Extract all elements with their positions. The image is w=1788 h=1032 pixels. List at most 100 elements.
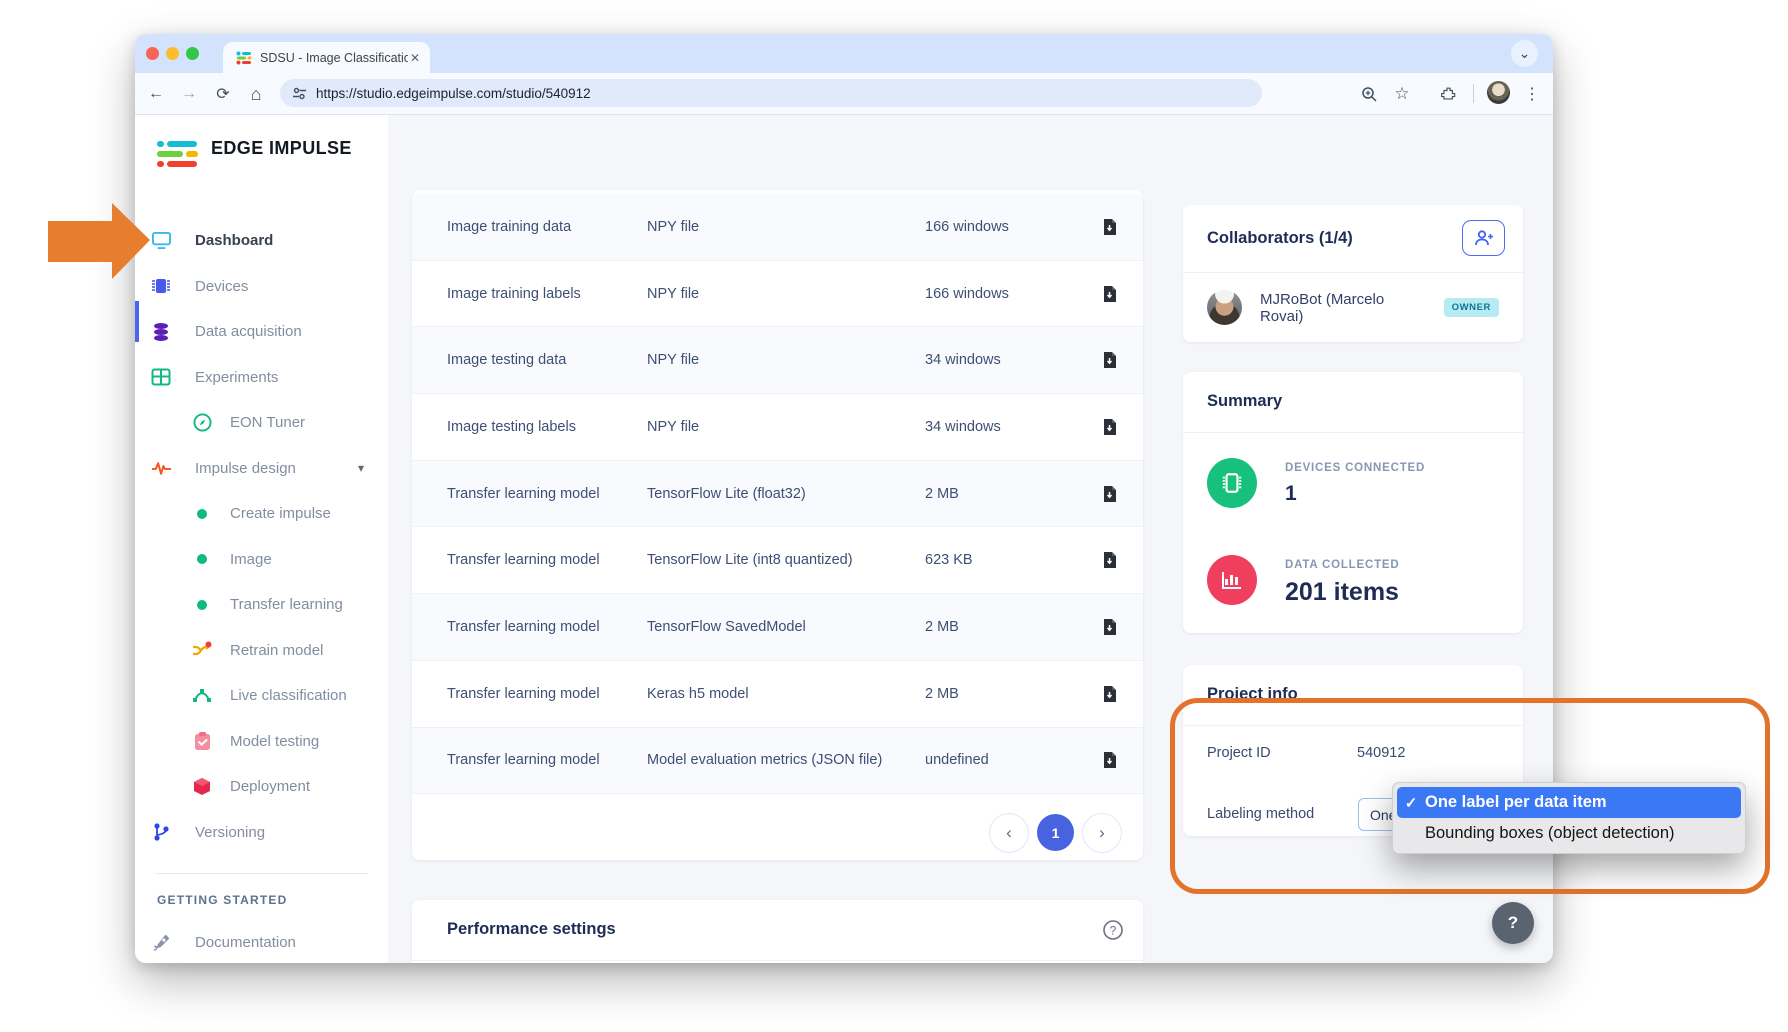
database-icon (149, 320, 173, 344)
browser-toolbar: ← → ⟳ ⌂ https://studio.edgeimpulse.com/s… (135, 73, 1553, 115)
pagination-prev-button[interactable]: ‹ (989, 813, 1029, 853)
dropdown-option-one-label[interactable]: ✓ One label per data item (1397, 787, 1741, 818)
sidebar-item-devices[interactable]: Devices (135, 264, 388, 310)
tab-search-chevron-icon[interactable]: ⌄ (1511, 40, 1538, 67)
url-bar[interactable]: https://studio.edgeimpulse.com/studio/54… (280, 79, 1262, 107)
getting-started-label: GETTING STARTED (157, 893, 287, 907)
sidebar-item-transfer-learning[interactable]: Transfer learning (135, 582, 388, 628)
sidebar-item-experiments[interactable]: Experiments (135, 355, 388, 401)
performance-settings-card: Performance settings ? Use GPU for train… (412, 900, 1143, 963)
data-collected-label: DATA COLLECTED (1285, 559, 1399, 571)
file-download-icon[interactable] (1089, 552, 1129, 568)
sidebar-item-data-acquisition[interactable]: Data acquisition (135, 309, 388, 355)
sidebar-item-dashboard[interactable]: Dashboard (135, 218, 388, 264)
file-download-icon[interactable] (1089, 619, 1129, 635)
pulse-icon (149, 456, 173, 480)
sidebar-item-create-impulse[interactable]: Create impulse (135, 491, 388, 537)
profile-avatar[interactable] (1487, 81, 1510, 104)
summary-card: Summary DEVICES CONNECTED 1 DATA COLLECT… (1183, 372, 1523, 633)
table-grid-icon (149, 365, 173, 389)
help-floating-button[interactable]: ? (1492, 902, 1534, 944)
performance-settings-title: Performance settings (447, 920, 616, 939)
mac-zoom-light[interactable] (186, 47, 199, 60)
file-download-icon[interactable] (1089, 219, 1129, 235)
table-row[interactable]: Transfer learning modelTensorFlow SavedM… (412, 593, 1143, 660)
table-row[interactable]: Transfer learning modelKeras h5 model2 M… (412, 660, 1143, 727)
collaborator-name: MJRoBot (Marcelo Rovai) (1260, 291, 1432, 325)
zoom-icon[interactable] (1357, 82, 1381, 106)
back-button[interactable]: ← (144, 82, 168, 106)
pagination-next-button[interactable]: › (1082, 813, 1122, 853)
sidebar-item-versioning[interactable]: Versioning (135, 810, 388, 856)
card-divider (1183, 432, 1523, 433)
table-row[interactable]: Transfer learning modelTensorFlow Lite (… (412, 460, 1143, 527)
rocket-icon (149, 931, 173, 955)
forward-button[interactable]: → (177, 82, 201, 106)
active-item-indicator (135, 301, 139, 342)
extensions-icon[interactable] (1437, 82, 1461, 106)
file-download-icon[interactable] (1089, 352, 1129, 368)
browser-tab[interactable]: SDSU - Image Classification - ✕ (223, 42, 430, 73)
pagination-page-1[interactable]: 1 (1037, 814, 1074, 851)
url-text: https://studio.edgeimpulse.com/studio/54… (316, 86, 591, 101)
file-download-icon[interactable] (1089, 686, 1129, 702)
git-branch-icon (149, 820, 173, 844)
sidebar-item-retrain-model[interactable]: Retrain model (135, 628, 388, 674)
dropdown-option-bounding-boxes[interactable]: Bounding boxes (object detection) (1397, 818, 1741, 849)
compass-icon (191, 411, 213, 435)
table-row[interactable]: Transfer learning modelTensorFlow Lite (… (412, 526, 1143, 593)
sidebar-item-live-classification[interactable]: Live classification (135, 673, 388, 719)
site-settings-icon (292, 87, 307, 100)
file-download-icon[interactable] (1089, 486, 1129, 502)
mac-close-light[interactable] (146, 47, 159, 60)
screenshot-root: ⌄ SDSU - Image Classification - ✕ + ← → … (0, 0, 1788, 1032)
table-row[interactable]: Image testing dataNPY file34 windows (412, 326, 1143, 393)
shuffle-icon (191, 638, 213, 662)
green-dot-icon (191, 593, 213, 617)
tab-close-icon[interactable]: ✕ (408, 51, 422, 65)
home-button[interactable]: ⌂ (244, 82, 268, 106)
browser-menu-icon[interactable]: ⋮ (1520, 82, 1544, 106)
person-plus-icon (1474, 230, 1494, 246)
table-row[interactable]: Image training dataNPY file166 windows (412, 194, 1143, 260)
devices-connected-value: 1 (1285, 482, 1297, 506)
sidebar-item-deployment[interactable]: Deployment (135, 764, 388, 810)
sidebar-item-impulse-design[interactable]: Impulse design ▾ (135, 446, 388, 492)
check-icon: ✓ (1397, 794, 1425, 812)
table-row[interactable]: Transfer learning modelModel evaluation … (412, 727, 1143, 794)
sidebar-item-image[interactable]: Image (135, 537, 388, 583)
collaborators-card: Collaborators (1/4) MJRoBot (Marcelo Rov… (1183, 205, 1523, 342)
chevron-down-icon[interactable]: ▾ (358, 461, 364, 475)
svg-text:?: ? (1110, 924, 1117, 938)
collaborator-avatar[interactable] (1207, 290, 1242, 325)
labeling-method-dropdown: ✓ One label per data item Bounding boxes… (1392, 782, 1746, 854)
file-download-icon[interactable] (1089, 286, 1129, 302)
sidebar-item-eon-tuner[interactable]: EON Tuner (135, 400, 388, 446)
brand-wordmark: EDGE IMPULSE (211, 138, 352, 159)
downloads-table-card: Image training dataNPY file166 windows I… (412, 190, 1143, 860)
mac-minimize-light[interactable] (166, 47, 179, 60)
green-dot-icon (191, 502, 213, 526)
sidebar-item-model-testing[interactable]: Model testing (135, 719, 388, 765)
sidebar-item-documentation[interactable]: Documentation (135, 920, 388, 963)
data-collected-icon (1207, 555, 1257, 605)
reload-button[interactable]: ⟳ (211, 82, 235, 106)
edge-impulse-favicon (236, 51, 252, 65)
table-row[interactable]: Image training labelsNPY file166 windows (412, 260, 1143, 327)
edge-impulse-logo-icon (157, 141, 203, 169)
add-collaborator-button[interactable] (1462, 220, 1505, 256)
tab-title: SDSU - Image Classification - (260, 51, 408, 65)
file-download-icon[interactable] (1089, 752, 1129, 768)
sidebar: EDGE IMPULSE Dashboard Devices (135, 114, 388, 963)
green-dot-icon (191, 547, 213, 571)
owner-badge: OWNER (1444, 298, 1499, 317)
help-circle-icon[interactable]: ? (1102, 919, 1124, 946)
table-row[interactable]: Image testing labelsNPY file34 windows (412, 393, 1143, 460)
devices-connected-label: DEVICES CONNECTED (1285, 462, 1425, 474)
bookmark-star-icon[interactable]: ☆ (1390, 82, 1414, 106)
devices-connected-icon (1207, 458, 1257, 508)
summary-title: Summary (1207, 392, 1282, 411)
pagination: ‹ 1 › (412, 793, 1143, 871)
file-download-icon[interactable] (1089, 419, 1129, 435)
sidebar-nav: Dashboard Devices Data acquisition (135, 218, 388, 855)
